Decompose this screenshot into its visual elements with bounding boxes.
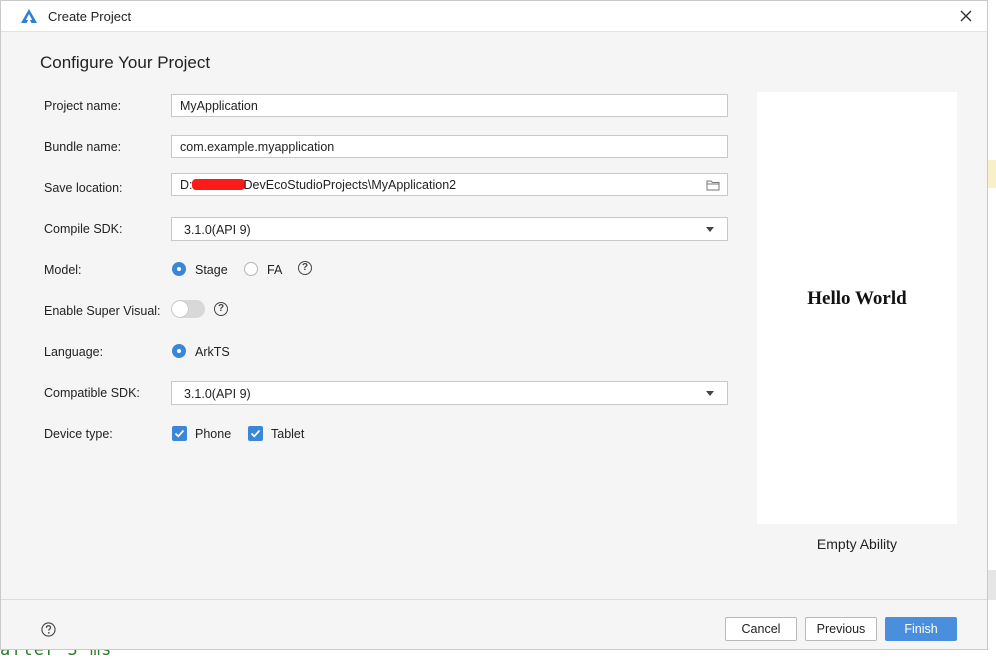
device-tablet-checkbox[interactable]: [248, 426, 263, 441]
compatible-sdk-value: 3.1.0(API 9): [184, 387, 251, 401]
background-strip: [988, 160, 996, 188]
template-preview: Hello World: [757, 92, 957, 524]
compile-sdk-label: Compile SDK:: [44, 222, 123, 236]
device-phone-label: Phone: [195, 427, 232, 441]
device-tablet-label: Tablet: [271, 427, 305, 441]
model-fa-label: FA: [267, 263, 283, 277]
compatible-sdk-select[interactable]: 3.1.0(API 9): [171, 381, 728, 405]
save-location-suffix: DevEcoStudioProjects\MyApplication2: [243, 178, 457, 192]
create-project-dialog: Create Project Configure Your Project Pr…: [0, 0, 988, 650]
footer-divider: [1, 599, 987, 600]
background-strip: [988, 570, 996, 600]
model-label: Model:: [44, 263, 82, 277]
chevron-down-icon: [706, 391, 714, 396]
language-arkts-label: ArkTS: [195, 345, 230, 359]
title-bar: Create Project: [1, 1, 987, 32]
language-arkts-radio[interactable]: [172, 344, 186, 358]
deveco-logo-icon: [21, 9, 37, 23]
model-fa-radio[interactable]: [244, 262, 258, 276]
previous-button[interactable]: Previous: [805, 617, 877, 641]
check-icon: [174, 429, 185, 438]
project-name-label: Project name:: [44, 99, 122, 113]
model-stage-radio[interactable]: [172, 262, 186, 276]
compile-sdk-select[interactable]: 3.1.0(API 9): [171, 217, 728, 241]
super-visual-label: Enable Super Visual:: [44, 304, 161, 318]
finish-button[interactable]: Finish: [885, 617, 957, 641]
help-icon[interactable]: [41, 622, 56, 637]
super-visual-toggle[interactable]: [171, 300, 205, 318]
model-stage-label: Stage: [195, 263, 228, 277]
close-icon[interactable]: [956, 6, 976, 26]
device-type-label: Device type:: [44, 427, 113, 441]
window-title: Create Project: [48, 9, 132, 24]
device-phone-checkbox[interactable]: [172, 426, 187, 441]
save-location-input[interactable]: D: DevEcoStudioProjects\MyApplication2: [171, 173, 728, 196]
redaction-mark: [191, 179, 245, 190]
help-icon[interactable]: ?: [298, 261, 312, 275]
language-label: Language:: [44, 345, 104, 359]
bundle-name-label: Bundle name:: [44, 140, 122, 154]
bundle-name-input[interactable]: com.example.myapplication: [171, 135, 728, 158]
folder-icon[interactable]: [706, 179, 720, 191]
save-location-prefix: D:: [180, 178, 193, 192]
compatible-sdk-label: Compatible SDK:: [44, 386, 140, 400]
compile-sdk-value: 3.1.0(API 9): [184, 223, 251, 237]
save-location-label: Save location:: [44, 181, 123, 195]
preview-caption: Empty Ability: [816, 536, 898, 552]
preview-content: Hello World: [807, 288, 907, 309]
page-title: Configure Your Project: [40, 53, 211, 72]
cancel-button[interactable]: Cancel: [725, 617, 797, 641]
chevron-down-icon: [706, 227, 714, 232]
help-icon[interactable]: ?: [214, 302, 228, 316]
project-name-input[interactable]: MyApplication: [171, 94, 728, 117]
toggle-knob: [172, 301, 188, 317]
check-icon: [250, 429, 261, 438]
